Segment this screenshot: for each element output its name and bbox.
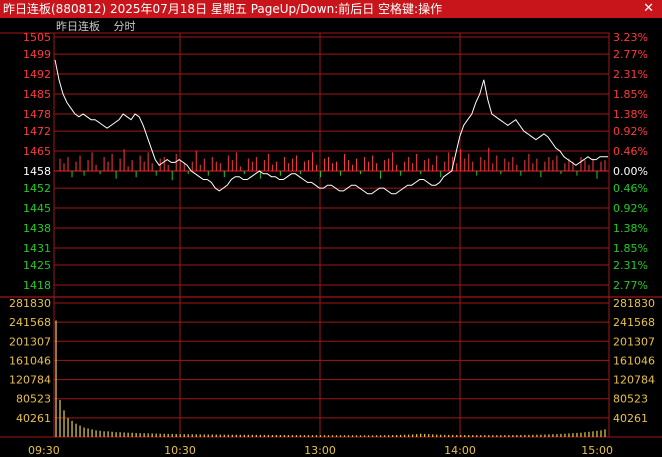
volume-tick-label-right: 281830: [613, 297, 655, 310]
price-tick-label: 1499: [23, 48, 51, 61]
time-tick-label: 14:00: [444, 444, 476, 457]
price-tick-label: 1478: [23, 108, 51, 121]
percent-tick-label: 0.46%: [613, 145, 648, 158]
price-tick-label: 1465: [23, 145, 51, 158]
volume-tick-label: 281830: [9, 297, 51, 310]
volume-tick-label: 201307: [9, 335, 51, 348]
price-tick-label: 1492: [23, 68, 51, 81]
price-tick-label: 1431: [23, 242, 51, 255]
percent-tick-label: 1.38%: [613, 108, 648, 121]
percent-tick-label: 1.38%: [613, 222, 648, 235]
volume-tick-label-right: 241568: [613, 316, 655, 329]
volume-tick-label: 80523: [16, 393, 51, 406]
percent-tick-label: 1.85%: [613, 242, 648, 255]
volume-tick-label-right: 161046: [613, 354, 655, 367]
volume-tick-label: 40261: [16, 412, 51, 425]
percent-tick-label: 1.85%: [613, 88, 648, 101]
percent-tick-label: 2.31%: [613, 68, 648, 81]
price-tick-label: 1505: [23, 31, 51, 44]
price-tick-label: 1452: [23, 182, 51, 195]
volume-tick-label: 241568: [9, 316, 51, 329]
percent-tick-label: 0.46%: [613, 182, 648, 195]
time-tick-label: 13:00: [304, 444, 336, 457]
price-tick-label: 1472: [23, 125, 51, 138]
percent-tick-label: 2.31%: [613, 259, 648, 272]
intraday-chart[interactable]: 1505 3.23% 1499 2.77% 1492 2.31% 1485 1.85% 1478…: [0, 0, 662, 457]
volume-tick-label: 161046: [9, 354, 51, 367]
percent-tick-label: 2.77%: [613, 279, 648, 292]
price-line: [54, 59, 608, 195]
volume-tick-label-right: 201307: [613, 335, 655, 348]
percent-tick-label: 0.00%: [613, 165, 648, 178]
time-tick-label: 09:30: [28, 444, 60, 457]
time-tick-label: 10:30: [164, 444, 196, 457]
time-tick-label: 15:00: [581, 444, 613, 457]
volume-tick-label: 120784: [9, 374, 51, 387]
price-tick-label: 1418: [23, 279, 51, 292]
volume-tick-label-right: 120784: [613, 374, 655, 387]
percent-tick-label: 2.77%: [613, 48, 648, 61]
percent-tick-label: 0.92%: [613, 125, 648, 138]
price-tick-label: 1485: [23, 88, 51, 101]
volume-tick-label-right: 40261: [613, 412, 648, 425]
price-tick-label: 1445: [23, 202, 51, 215]
volume-tick-label-right: 80523: [613, 393, 648, 406]
price-tick-label: 1458: [23, 165, 51, 178]
price-tick-label: 1438: [23, 222, 51, 235]
percent-tick-label: 0.92%: [613, 202, 648, 215]
percent-tick-label: 3.23%: [613, 31, 648, 44]
price-tick-label: 1425: [23, 259, 51, 272]
